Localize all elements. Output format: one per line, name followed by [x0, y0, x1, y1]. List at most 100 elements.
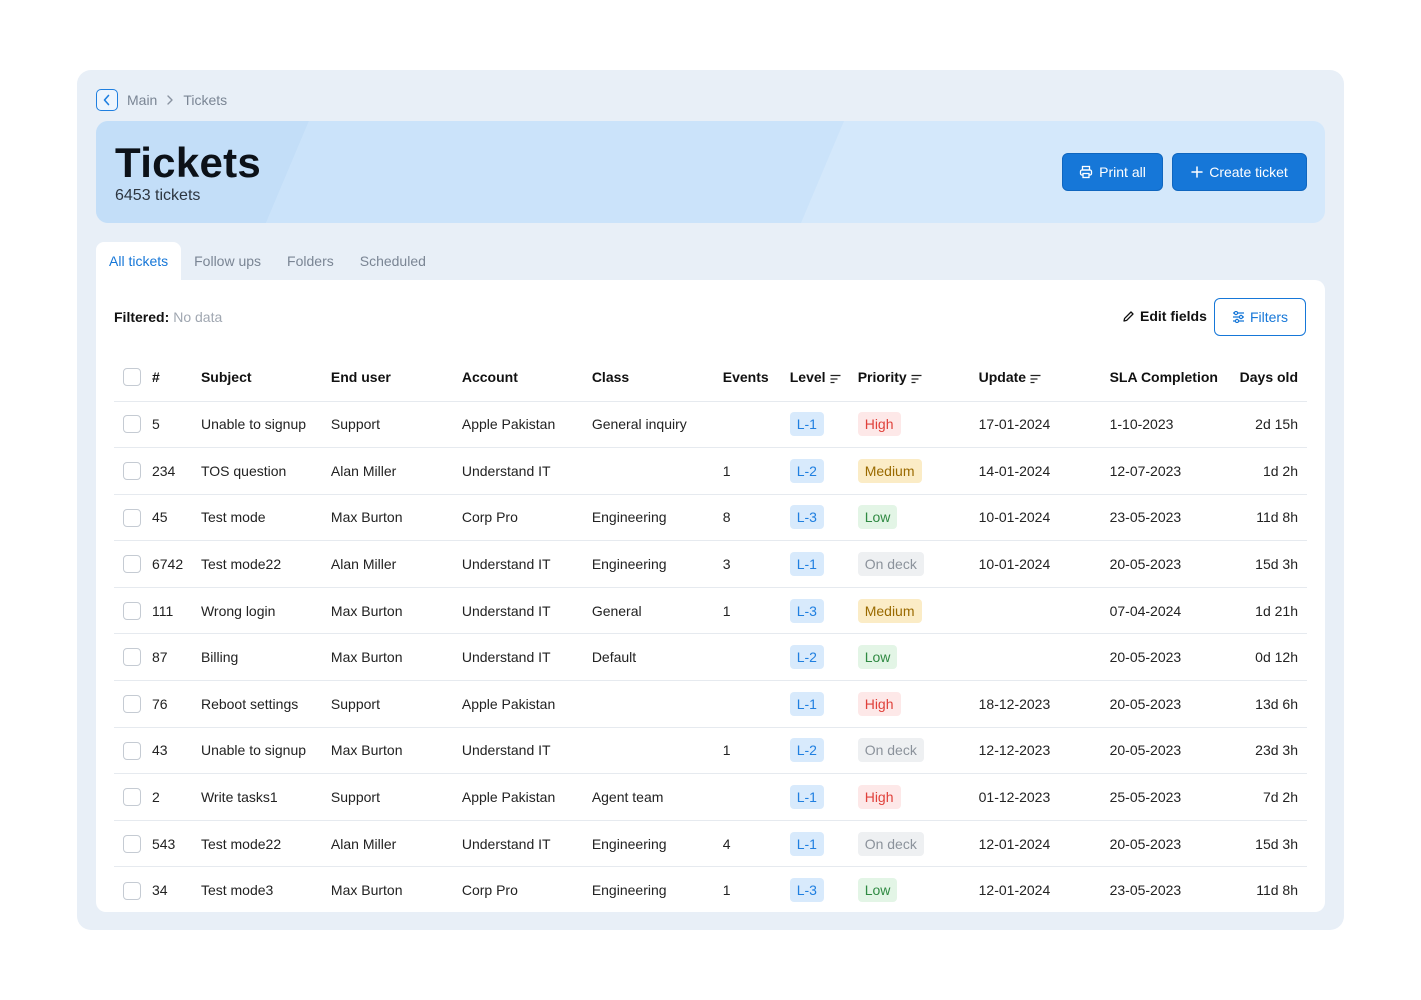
row-checkbox[interactable]: [123, 508, 141, 527]
ticket-end-user-cell: Alan Miller: [330, 819, 462, 867]
breadcrumb-main-link[interactable]: Main: [127, 92, 157, 108]
table-row[interactable]: 43 Unable to signup Max Burton Understand I…: [114, 726, 1307, 774]
table-header-row: # Subject End user Account Class Events …: [114, 354, 1307, 401]
table-row[interactable]: 5 Unable to signup Support Apple Pakistan Ge…: [114, 400, 1307, 448]
ticket-number-cell: 43: [151, 726, 201, 774]
table-row[interactable]: 543 Test mode22 Alan Miller Understand IT En…: [114, 819, 1307, 867]
ticket-sla-completion-cell: 12-07-2023: [1109, 447, 1240, 495]
edit-fields-button[interactable]: Edit fields: [1122, 308, 1207, 324]
level-badge: L-1: [789, 831, 824, 856]
level-badge: L-3: [789, 505, 824, 530]
ticket-update-cell: 12-01-2024: [978, 819, 1110, 867]
priority-badge: Medium: [857, 598, 922, 623]
ticket-priority-cell: On deck: [857, 540, 979, 588]
priority-badge: Medium: [857, 458, 922, 483]
filters-button[interactable]: Filters: [1214, 298, 1306, 336]
table-row[interactable]: 87 Billing Max Burton Understand IT Default L…: [114, 633, 1307, 681]
ticket-sla-completion-cell: 20-05-2023: [1109, 633, 1240, 681]
ticket-update-cell: 18-12-2023: [978, 680, 1110, 728]
row-checkbox[interactable]: [123, 462, 141, 481]
ticket-class-cell: Default: [591, 633, 723, 681]
tab-follow-ups[interactable]: Follow ups: [181, 242, 274, 280]
ticket-update-cell: 17-01-2024: [978, 400, 1110, 448]
ticket-level-cell: L-2: [789, 726, 858, 774]
row-checkbox[interactable]: [123, 881, 141, 900]
row-checkbox[interactable]: [123, 415, 141, 434]
row-select-cell: [114, 400, 152, 448]
priority-badge: High: [857, 691, 901, 716]
ticket-sla-completion-cell: 20-05-2023: [1109, 540, 1240, 588]
column-header-priority[interactable]: Priority: [858, 354, 979, 401]
print-all-label: Print all: [1099, 164, 1146, 180]
column-header-days-old: Days old: [1239, 369, 1298, 386]
ticket-days-old-cell: 15d 3h: [1239, 540, 1307, 588]
tab-folders[interactable]: Folders: [274, 242, 347, 280]
ticket-end-user-cell: Support: [330, 400, 462, 448]
ticket-account-cell: Understand IT: [461, 633, 592, 681]
ticket-level-cell: L-1: [789, 680, 858, 728]
ticket-priority-cell: Low: [857, 866, 979, 912]
tab-scheduled[interactable]: Scheduled: [347, 242, 439, 280]
ticket-update-cell: [978, 633, 1110, 681]
ticket-subject-cell: Test mode22: [200, 540, 331, 588]
row-checkbox[interactable]: [123, 555, 141, 574]
breadcrumb-current: Tickets: [183, 92, 228, 108]
ticket-subject-cell: Billing: [200, 633, 331, 681]
ticket-sla-completion-cell: 20-05-2023: [1109, 680, 1240, 728]
ticket-sla-completion-cell: 07-04-2024: [1109, 586, 1240, 634]
priority-badge: On deck: [857, 738, 924, 763]
ticket-days-old-cell: 2d 15h: [1239, 400, 1307, 448]
tab-all-tickets[interactable]: All tickets: [96, 242, 182, 280]
column-header-level-label: Level: [789, 369, 826, 386]
ticket-subject-cell: Reboot settings: [200, 680, 331, 728]
ticket-number-cell: 2: [151, 773, 201, 821]
row-checkbox[interactable]: [123, 834, 141, 853]
ticket-number-cell: 543: [151, 819, 201, 867]
table-row[interactable]: 234 TOS question Alan Miller Understand IT 1…: [114, 447, 1307, 495]
row-checkbox[interactable]: [123, 741, 141, 760]
ticket-priority-cell: Low: [857, 493, 979, 541]
ticket-subject-cell: Test mode: [200, 493, 331, 541]
priority-badge: On deck: [857, 831, 924, 856]
ticket-subject-cell: TOS question: [200, 447, 331, 495]
column-header-level[interactable]: Level: [790, 354, 858, 401]
row-checkbox[interactable]: [123, 695, 141, 713]
back-button[interactable]: [96, 89, 118, 111]
ticket-class-cell: General: [591, 586, 723, 634]
ticket-priority-cell: Medium: [857, 586, 979, 634]
page-title: Tickets: [115, 139, 262, 186]
table-row[interactable]: 76 Reboot settings Support Apple Pakistan L-…: [114, 680, 1307, 728]
print-all-button[interactable]: Print all: [1062, 153, 1163, 191]
filters-label: Filters: [1249, 309, 1289, 325]
ticket-events-cell: 1: [722, 726, 790, 774]
table-row[interactable]: 34 Test mode3 Max Burton Corp Pro Engineerin…: [114, 866, 1307, 912]
ticket-days-old-cell: 23d 3h: [1239, 726, 1307, 774]
ticket-events-cell: 3: [722, 540, 790, 588]
ticket-priority-cell: High: [857, 680, 979, 728]
column-header-account: Account: [461, 369, 518, 386]
ticket-events-cell: [722, 680, 790, 728]
row-checkbox[interactable]: [123, 601, 141, 620]
level-badge: L-2: [789, 738, 824, 763]
row-select-cell: [114, 819, 152, 867]
table-row[interactable]: 2 Write tasks1 Support Apple Pakistan Agent …: [114, 773, 1307, 821]
ticket-number-cell: 87: [151, 633, 201, 681]
page-header: Tickets 6453 tickets Print all Create ti…: [96, 121, 1325, 223]
table-row[interactable]: 45 Test mode Max Burton Corp Pro Engineering…: [114, 493, 1307, 541]
chevron-left-icon: [103, 94, 110, 106]
row-checkbox[interactable]: [123, 648, 141, 667]
ticket-class-cell: General inquiry: [591, 400, 723, 448]
row-checkbox[interactable]: [123, 788, 141, 807]
ticket-class-cell: [591, 680, 723, 728]
row-select-cell: [114, 447, 152, 495]
ticket-subject-cell: Wrong login: [200, 586, 331, 634]
create-ticket-button[interactable]: Create ticket: [1172, 153, 1307, 191]
table-row[interactable]: 111 Wrong login Max Burton Understand IT Gen…: [114, 586, 1307, 634]
column-header-update[interactable]: Update: [979, 354, 1110, 401]
ticket-events-cell: [722, 633, 790, 681]
table-row[interactable]: 6742 Test mode22 Alan Miller Understand IT E…: [114, 540, 1307, 588]
ticket-class-cell: [591, 447, 723, 495]
tab-bar: All tickets Follow ups Folders Scheduled: [96, 242, 439, 280]
ticket-events-cell: [722, 773, 790, 821]
select-all-checkbox[interactable]: [123, 368, 141, 387]
